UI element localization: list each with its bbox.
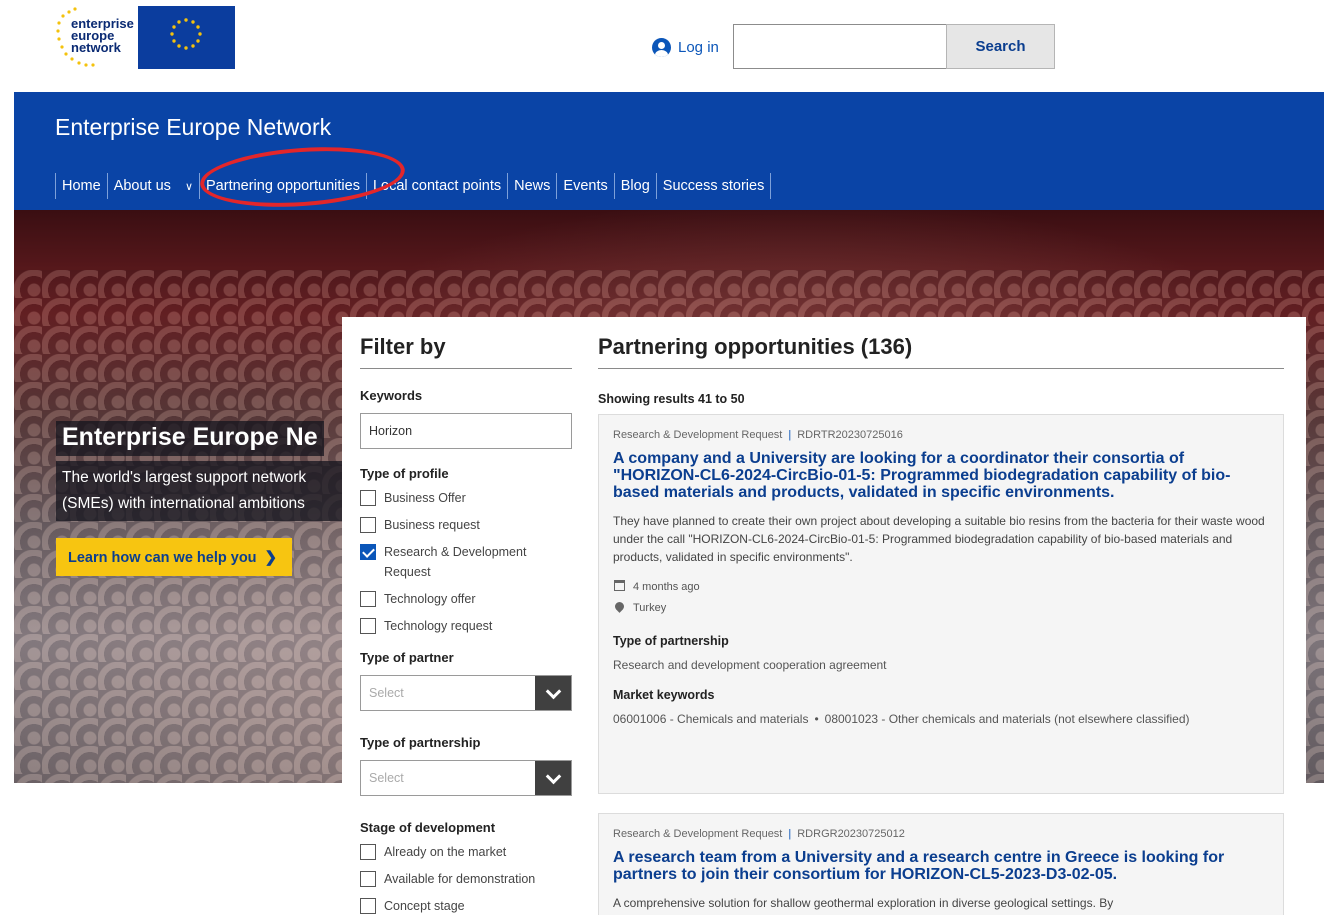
checkbox[interactable] (360, 490, 376, 506)
eu-flag-icon (138, 6, 235, 69)
nav-item-news[interactable]: News (507, 173, 556, 199)
keyword: 06001006 - Chemicals and materials (613, 712, 809, 726)
results-panel: Filter by Keywords Type of profile Busin… (342, 317, 1306, 915)
checkbox-label: Available for demonstration (384, 872, 536, 886)
card-type: Research & Development Request (613, 429, 783, 441)
profile-option[interactable]: Technology offer (360, 591, 572, 609)
learn-more-label: Learn how can we help you (68, 550, 257, 566)
nav-item-blog[interactable]: Blog (613, 173, 656, 199)
card-title-link[interactable]: A research team from a University and a … (613, 849, 1269, 883)
opportunity-card: Research & Development Request | RDRTR2023… (598, 414, 1284, 794)
chevron-down-icon[interactable] (535, 676, 571, 710)
filter-title: Filter by (360, 334, 572, 369)
profile-option[interactable]: Business Offer (360, 490, 572, 508)
results-header: Partnering opportunities (136) Showing r… (598, 317, 1284, 406)
chevron-down-icon: ∨ (184, 181, 193, 193)
login-link[interactable]: Log in (652, 37, 719, 57)
card-title-link[interactable]: A company and a University are looking f… (613, 450, 1269, 501)
nav-item-success-stories[interactable]: Success stories (655, 173, 772, 199)
card-date: 4 months ago (613, 580, 1269, 594)
nav-item-partnering-opportunities[interactable]: Partnering opportunities (199, 173, 366, 199)
site-title[interactable]: Enterprise Europe Network (55, 114, 331, 141)
checkbox[interactable] (360, 844, 376, 860)
card-ref: RDRGR20230725012 (797, 828, 905, 840)
search-button[interactable]: Search (946, 24, 1055, 69)
meta-separator: | (788, 429, 792, 441)
card-meta: Research & Development Request | RDRTR2023… (613, 429, 1269, 441)
checkbox-label: Business request (384, 518, 480, 532)
checkbox[interactable] (360, 517, 376, 533)
card-description: A comprehensive solution for shallow geo… (613, 896, 1114, 910)
checkbox-label: Concept stage (384, 899, 465, 913)
card-country: Turkey (612, 600, 1269, 614)
hero-title: Enterprise Europe Ne (56, 421, 324, 456)
checkbox-label: Technology request (384, 619, 493, 633)
login-label: Log in (678, 38, 719, 56)
filter-sidebar: Filter by Keywords Type of profile Busin… (360, 317, 572, 915)
user-icon (652, 37, 671, 57)
location-pin-icon (612, 600, 626, 614)
profile-option[interactable]: Technology request (360, 618, 572, 636)
checkbox[interactable] (360, 898, 376, 914)
partnership-heading: Type of partnership (613, 634, 729, 648)
nav-item-about-us[interactable]: About us ∨ (106, 173, 199, 199)
main-nav: Home About us ∨ Partnering opportunities … (55, 173, 772, 199)
checkbox-checked[interactable] (360, 544, 376, 560)
profile-option[interactable]: Business request (360, 517, 572, 535)
select-value: Select (369, 686, 404, 700)
calendar-icon (613, 580, 625, 594)
checkbox[interactable] (360, 591, 376, 607)
checkbox-label: Research & Development Request (384, 545, 527, 579)
profile-option[interactable]: Research & Development Request (360, 544, 572, 582)
nav-item-events[interactable]: Events (556, 173, 613, 199)
site-header: Enterprise Europe Network Home About us ∨… (14, 92, 1324, 214)
stage-option[interactable]: Available for demonstration (360, 871, 572, 889)
keywords-label: Keywords (360, 388, 423, 403)
checkbox-label: Business Offer (384, 491, 466, 505)
logo-word: network (71, 40, 121, 55)
chevron-down-icon[interactable] (535, 761, 571, 795)
keyword-separator: • (814, 712, 819, 726)
results-title: Partnering opportunities (136) (598, 334, 1284, 369)
nav-item-home[interactable]: Home (55, 173, 107, 199)
logo-area[interactable]: enterprise europe network (55, 6, 235, 69)
market-keywords-heading: Market keywords (613, 688, 715, 702)
hero-subtitle: The world's largest support network (SME… (56, 461, 356, 521)
type-of-partner-select[interactable]: Select (360, 675, 572, 711)
market-keywords: 06001006 - Chemicals and materials • 08001… (613, 710, 1269, 728)
type-of-partnership-select[interactable]: Select (360, 760, 572, 796)
checkbox[interactable] (360, 871, 376, 887)
card-country-text: Turkey (633, 602, 667, 614)
learn-more-button[interactable]: Learn how can we help you ❯ (56, 538, 292, 576)
card-type: Research & Development Request (613, 828, 783, 840)
een-logo[interactable]: enterprise europe network (55, 6, 134, 69)
results-count: Showing results 41 to 50 (598, 392, 745, 406)
keywords-input[interactable] (360, 413, 572, 449)
stage-option[interactable]: Concept stage (360, 898, 572, 915)
partnership-value: Research and development cooperation agr… (613, 658, 887, 672)
keyword: 08001023 - Other chemicals and materials… (824, 712, 1190, 726)
stage-option[interactable]: Already on the market (360, 844, 572, 862)
nav-item-local-contact-points[interactable]: Local contact points (365, 173, 507, 199)
nav-item-label: About us (113, 178, 171, 194)
select-value: Select (369, 771, 404, 785)
card-date-text: 4 months ago (633, 581, 700, 593)
search-input[interactable] (733, 24, 947, 69)
checkbox[interactable] (360, 618, 376, 634)
card-meta: Research & Development Request | RDRGR2023… (613, 828, 1269, 840)
checkbox-label: Already on the market (384, 845, 507, 859)
checkbox-label: Technology offer (384, 592, 476, 606)
type-of-partnership-label: Type of partnership (360, 735, 481, 750)
opportunity-card: Research & Development Request | RDRGR2023… (598, 813, 1284, 915)
card-description: They have planned to create their own pr… (613, 514, 1265, 564)
stage-of-development-label: Stage of development (360, 820, 496, 835)
chevron-right-icon: ❯ (264, 549, 278, 566)
card-ref: RDRTR20230725016 (797, 429, 903, 441)
meta-separator: | (788, 828, 792, 840)
type-of-profile-label: Type of profile (360, 466, 449, 481)
type-of-partner-label: Type of partner (360, 650, 454, 665)
